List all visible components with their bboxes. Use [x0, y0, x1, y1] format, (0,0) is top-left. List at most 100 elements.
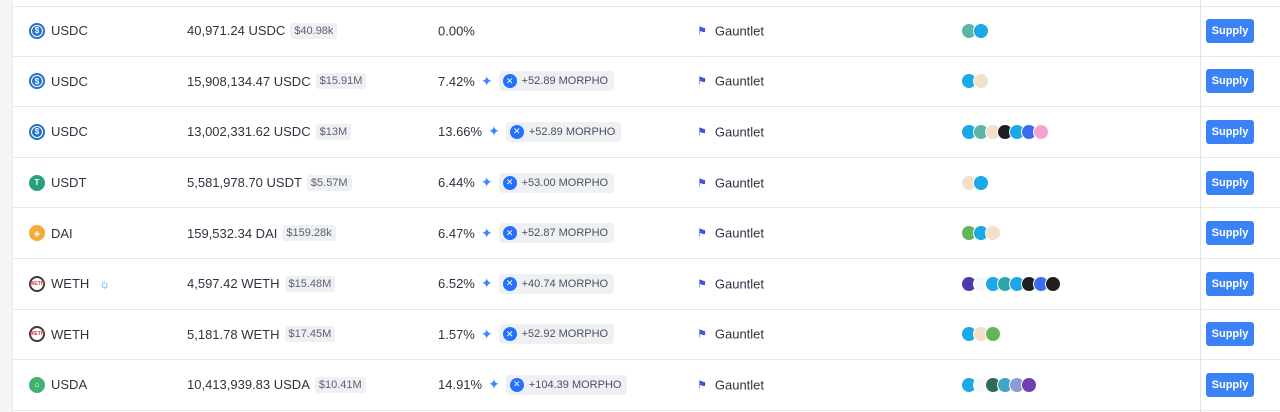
asset-cell: T USDT: [29, 174, 86, 191]
table-row[interactable]: WETH WETH ☼ 4,597.42 WETH $15.48M 6.52% …: [13, 259, 1280, 310]
apy-cell: 6.44% ✦ ✕ +53.00 MORPHO: [438, 172, 615, 193]
supply-button[interactable]: Supply: [1206, 372, 1254, 397]
total-deposits-cell: 5,181.78 WETH $17.45M: [187, 326, 336, 343]
apy-cell: 0.00%: [438, 23, 475, 38]
asset-cell: WETH WETH: [29, 326, 89, 343]
gauntlet-icon: ⚑: [697, 278, 707, 291]
supply-button[interactable]: Supply: [1206, 170, 1254, 195]
apy-value: 6.47%: [438, 225, 475, 241]
asset-cell: ⌂ USDA: [29, 376, 88, 393]
apy-cell: 1.57% ✦ ✕ +52.92 MORPHO: [438, 324, 615, 345]
reward-badge: ✕ +104.39 MORPHO: [505, 374, 628, 395]
morpho-icon: ✕: [502, 226, 517, 241]
usdc-coin-icon: $: [29, 73, 45, 90]
supply-button[interactable]: Supply: [1206, 119, 1254, 144]
dai-coin-icon: ◈: [29, 225, 45, 242]
curator-name: Gauntlet: [714, 377, 765, 393]
weth-coin-icon: WETH: [29, 275, 45, 292]
curator-cell: ⚑ Gauntlet: [697, 23, 764, 38]
deposit-usd-badge: $15.91M: [315, 73, 367, 90]
reward-amount: +53.00 MORPHO: [521, 176, 609, 189]
deposit-amount: 13,002,331.62 USDC: [187, 124, 311, 140]
apy-cell: 7.42% ✦ ✕ +52.89 MORPHO: [438, 71, 615, 92]
collateral-token-icon: [1033, 123, 1049, 140]
deposit-usd-badge: $40.98k: [290, 22, 338, 39]
sparkle-icon: ✦: [480, 325, 493, 342]
table-row[interactable]: ⌂ USDA 10,413,939.83 USDA $10.41M 14.91%…: [13, 360, 1280, 411]
total-deposits-cell: 4,597.42 WETH $15.48M: [187, 275, 336, 292]
morpho-icon: ✕: [502, 327, 517, 342]
curator-cell: ⚑ Gauntlet: [697, 226, 764, 241]
usda-coin-icon: ⌂: [29, 376, 45, 393]
apy-value: 6.44%: [438, 175, 475, 191]
asset-cell: WETH WETH ☼: [29, 275, 110, 292]
apy-value: 13.66%: [438, 124, 483, 140]
collateral-token-icon: [985, 225, 1001, 242]
supply-button[interactable]: Supply: [1206, 69, 1254, 94]
morpho-icon: ✕: [502, 175, 517, 190]
table-row[interactable]: $ USDC 13,002,331.62 USDC $13M 13.66% ✦ …: [13, 107, 1280, 158]
asset-symbol: USDC: [51, 124, 88, 140]
apy-cell: 6.47% ✦ ✕ +52.87 MORPHO: [438, 223, 615, 244]
curator-name: Gauntlet: [714, 23, 765, 39]
reward-amount: +104.39 MORPHO: [528, 378, 622, 391]
curator-cell: ⚑ Gauntlet: [697, 327, 764, 342]
apy-value: 0.00%: [438, 23, 475, 39]
apy-value: 7.42%: [438, 73, 475, 89]
vault-table: $ USDC 40,971.24 USDC $40.98k 0.00% ⚑ Ga…: [12, 0, 1280, 412]
table-row[interactable]: WETH WETH 5,181.78 WETH $17.45M 1.57% ✦ …: [13, 310, 1280, 361]
total-deposits-cell: 159,532.34 DAI $159.28k: [187, 225, 336, 242]
asset-symbol: WETH: [51, 276, 90, 292]
collateral-icons: [961, 123, 1049, 140]
asset-symbol: USDC: [51, 73, 88, 89]
reward-amount: +52.87 MORPHO: [521, 227, 609, 240]
deposit-usd-badge: $10.41M: [314, 376, 366, 393]
usdt-coin-icon: T: [29, 174, 45, 191]
gauntlet-icon: ⚑: [697, 75, 707, 88]
supply-button[interactable]: Supply: [1206, 271, 1254, 296]
asset-symbol: USDA: [51, 377, 88, 393]
deposit-amount: 4,597.42 WETH: [187, 276, 280, 292]
sparkle-icon: ✦: [480, 174, 493, 191]
total-deposits-cell: 10,413,939.83 USDA $10.41M: [187, 376, 366, 393]
curator-cell: ⚑ Gauntlet: [697, 175, 764, 190]
morpho-icon: ✕: [509, 377, 524, 392]
curator-name: Gauntlet: [714, 276, 765, 292]
collateral-icons: [961, 376, 1037, 393]
asset-cell: ◈ DAI: [29, 225, 73, 242]
reward-amount: +52.92 MORPHO: [521, 328, 609, 341]
table-row[interactable]: $ USDC 40,971.24 USDC $40.98k 0.00% ⚑ Ga…: [13, 6, 1280, 57]
collateral-icons: [961, 22, 989, 39]
supply-button[interactable]: Supply: [1206, 322, 1254, 347]
table-row[interactable]: T USDT 5,581,978.70 USDT $5.57M 6.44% ✦ …: [13, 158, 1280, 209]
collateral-icons: [961, 275, 1061, 292]
collateral-token-icon: [985, 326, 1001, 343]
deposit-amount: 15,908,134.47 USDC: [187, 73, 311, 89]
reward-badge: ✕ +53.00 MORPHO: [498, 172, 615, 193]
weth-coin-icon: WETH: [29, 326, 45, 343]
supply-button[interactable]: Supply: [1206, 18, 1254, 43]
supply-button[interactable]: Supply: [1206, 221, 1254, 246]
deposit-usd-badge: $15.48M: [284, 275, 336, 292]
curator-cell: ⚑ Gauntlet: [697, 124, 764, 139]
apy-cell: 13.66% ✦ ✕ +52.89 MORPHO: [438, 121, 622, 142]
deposit-usd-badge: $17.45M: [284, 326, 336, 343]
collateral-token-icon: [973, 174, 989, 191]
asset-cell: $ USDC: [29, 123, 88, 140]
curator-name: Gauntlet: [714, 73, 765, 89]
reward-badge: ✕ +40.74 MORPHO: [498, 273, 615, 294]
total-deposits-cell: 5,581,978.70 USDT $5.57M: [187, 174, 352, 191]
deposit-usd-badge: $13M: [315, 123, 352, 140]
collateral-icons: [961, 174, 989, 191]
sparkle-icon: ✦: [480, 72, 493, 89]
sparkle-icon: ✦: [480, 275, 493, 292]
reward-badge: ✕ +52.89 MORPHO: [498, 71, 615, 92]
usdc-coin-icon: $: [29, 22, 45, 39]
gauntlet-icon: ⚑: [697, 25, 707, 38]
curator-cell: ⚑ Gauntlet: [697, 74, 764, 89]
total-deposits-cell: 13,002,331.62 USDC $13M: [187, 123, 352, 140]
deposit-amount: 5,581,978.70 USDT: [187, 175, 302, 191]
table-row[interactable]: ◈ DAI 159,532.34 DAI $159.28k 6.47% ✦ ✕ …: [13, 208, 1280, 259]
table-row[interactable]: $ USDC 15,908,134.47 USDC $15.91M 7.42% …: [13, 57, 1280, 108]
apy-value: 14.91%: [438, 377, 483, 393]
